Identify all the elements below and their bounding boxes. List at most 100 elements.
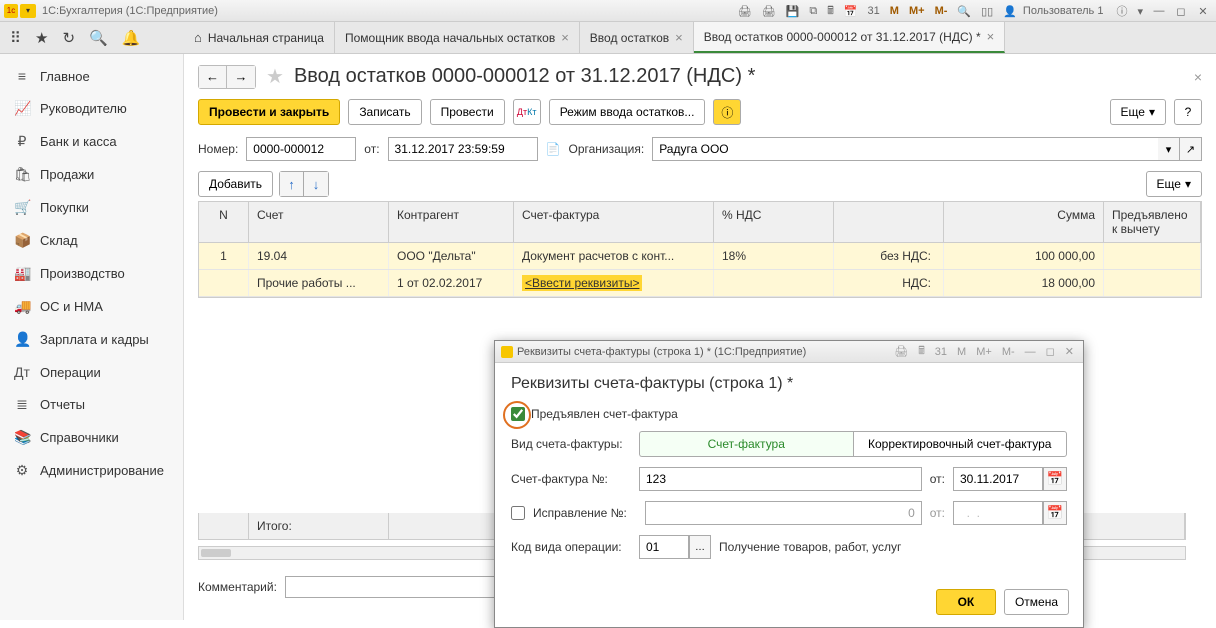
table-more-button[interactable]: Еще ▾ [1146, 171, 1202, 197]
calendar-icon[interactable]: 📅 [841, 5, 861, 18]
dtkt-button[interactable]: ДтКт [513, 99, 541, 125]
sidebar-item-main[interactable]: ≡Главное [0, 60, 183, 92]
star-icon[interactable]: ★ [35, 29, 48, 47]
history-icon[interactable]: ↻ [62, 29, 75, 47]
search-titlebar-icon[interactable]: 🔍 [954, 5, 974, 18]
close-icon[interactable]: × [987, 29, 995, 44]
close-window-button[interactable]: ✕ [1194, 5, 1212, 18]
date-input[interactable] [388, 137, 538, 161]
sidebar-item-catalogs[interactable]: 📚Справочники [0, 421, 183, 454]
close-icon[interactable]: × [675, 30, 683, 45]
opcode-input[interactable] [639, 535, 689, 559]
table-row[interactable]: Прочие работы ... 1 от 02.02.2017 <Ввест… [199, 270, 1201, 297]
sidebar-item-sales[interactable]: 🛍Продажи [0, 158, 183, 191]
mode-button[interactable]: Режим ввода остатков... [549, 99, 706, 125]
app-title: 1С:Бухгалтерия (1С:Предприятие) [42, 5, 218, 17]
calc-icon[interactable]: 🖩 [824, 2, 837, 21]
popup-mplus-icon[interactable]: M+ [973, 346, 995, 358]
popup-calc-icon[interactable]: 🖩 [915, 342, 928, 361]
add-row-button[interactable]: Добавить [198, 171, 273, 197]
calendar-icon[interactable]: 📄 [546, 142, 561, 156]
more-button[interactable]: Еще ▾ [1110, 99, 1166, 125]
tab-document[interactable]: Ввод остатков 0000-000012 от 31.12.2017 … [694, 22, 1005, 53]
m-plus-icon[interactable]: M+ [906, 5, 928, 17]
number-input[interactable] [246, 137, 356, 161]
popup-maximize-button[interactable]: ◻ [1043, 345, 1058, 358]
enter-requisites-link[interactable]: <Ввести реквизиты> [522, 275, 642, 291]
compare-icon[interactable]: ⧉ [806, 5, 820, 18]
popup-print-icon[interactable]: 🖨 [891, 345, 911, 358]
popup-cal-icon[interactable]: 31 [932, 346, 950, 358]
sidebar-item-reports[interactable]: ≣Отчеты [0, 388, 183, 421]
popup-minimize-button[interactable]: — [1022, 346, 1039, 358]
tab-helper[interactable]: Помощник ввода начальных остатков× [335, 22, 580, 53]
help-button[interactable]: ? [1174, 99, 1202, 125]
sidebar-item-manager[interactable]: 📈Руководителю [0, 92, 183, 125]
correction-date-picker-button[interactable]: 📅 [1043, 501, 1067, 525]
print-icon[interactable]: 🖨 [735, 5, 755, 18]
sidebar-item-admin[interactable]: ⚙Администрирование [0, 454, 183, 487]
tab-entry[interactable]: Ввод остатков× [580, 22, 694, 53]
close-icon[interactable]: × [561, 30, 569, 45]
sidebar-item-assets[interactable]: 🚚ОС и НМА [0, 290, 183, 323]
info-dd-icon[interactable]: ▾ [1134, 5, 1146, 18]
correction-number-input[interactable] [645, 501, 922, 525]
col-header-contractor[interactable]: Контрагент [389, 202, 514, 242]
print2-icon[interactable]: 🖨 [759, 5, 779, 18]
app-menu-dropdown[interactable]: ▾ [20, 4, 36, 18]
info-icon[interactable]: ⓘ [1113, 3, 1130, 19]
popup-mminus-icon[interactable]: M- [999, 346, 1018, 358]
sidebar-item-operations[interactable]: ДтОперации [0, 356, 183, 388]
opcode-select-button[interactable]: … [689, 535, 711, 559]
user-menu[interactable]: 👤 Пользователь 1 [1000, 5, 1109, 18]
save-button[interactable]: Записать [348, 99, 421, 125]
col-header-vat[interactable]: % НДС [714, 202, 834, 242]
sf-date-input[interactable] [953, 467, 1043, 491]
sf-date-picker-button[interactable]: 📅 [1043, 467, 1067, 491]
post-and-close-button[interactable]: Провести и закрыть [198, 99, 340, 125]
minimize-button[interactable]: — [1150, 5, 1168, 17]
col-header-invoice[interactable]: Счет-фактура [514, 202, 714, 242]
post-button[interactable]: Провести [430, 99, 505, 125]
popup-m-icon[interactable]: M [954, 346, 969, 358]
org-input[interactable] [652, 137, 1158, 161]
org-open-button[interactable]: ↗ [1180, 137, 1202, 161]
invoice-presented-checkbox[interactable] [511, 407, 525, 421]
cal31-icon[interactable]: 31 [865, 5, 883, 17]
sf-number-input[interactable] [639, 467, 922, 491]
favorite-star-icon[interactable]: ★ [266, 64, 284, 89]
col-header-deduct[interactable]: Предъявлено к вычету [1104, 202, 1201, 242]
sidebar-item-bank[interactable]: ₽Банк и касса [0, 125, 183, 158]
col-header-account[interactable]: Счет [249, 202, 389, 242]
table-row[interactable]: 1 19.04 ООО "Дельта" Документ расчетов с… [199, 243, 1201, 270]
maximize-button[interactable]: ◻ [1172, 5, 1190, 18]
nav-back-button[interactable]: ← [199, 66, 227, 88]
panels-icon[interactable]: ▯▯ [978, 5, 996, 18]
info-button[interactable]: ⓘ [713, 99, 741, 125]
col-header-sum[interactable]: Сумма [944, 202, 1104, 242]
sidebar-item-purchases[interactable]: 🛒Покупки [0, 191, 183, 224]
nav-forward-button[interactable]: → [227, 66, 255, 88]
col-header-n[interactable]: N [199, 202, 249, 242]
sidebar-item-warehouse[interactable]: 📦Склад [0, 224, 183, 257]
document-close-button[interactable]: × [1194, 69, 1202, 85]
cancel-button[interactable]: Отмена [1004, 589, 1069, 615]
type-correction-button[interactable]: Корректировочный счет-фактура [853, 431, 1068, 457]
bell-icon[interactable]: 🔔 [122, 29, 141, 47]
popup-close-button[interactable]: ✕ [1062, 345, 1077, 358]
tab-home[interactable]: ⌂Начальная страница [184, 22, 335, 53]
move-down-button[interactable]: ↓ [304, 172, 328, 196]
search-icon[interactable]: 🔍 [89, 29, 108, 47]
type-invoice-button[interactable]: Счет-фактура [639, 431, 853, 457]
apps-icon[interactable]: ⠿ [10, 29, 21, 47]
correction-date-input[interactable] [953, 501, 1043, 525]
save-icon[interactable]: 💾 [783, 5, 803, 18]
m-minus-icon[interactable]: M- [932, 5, 951, 17]
sidebar-item-production[interactable]: 🏭Производство [0, 257, 183, 290]
move-up-button[interactable]: ↑ [280, 172, 304, 196]
m-icon[interactable]: M [887, 5, 902, 17]
org-dropdown-button[interactable]: ▾ [1158, 137, 1180, 161]
correction-checkbox[interactable] [511, 506, 525, 520]
ok-button[interactable]: ОК [936, 589, 996, 615]
sidebar-item-salary[interactable]: 👤Зарплата и кадры [0, 323, 183, 356]
